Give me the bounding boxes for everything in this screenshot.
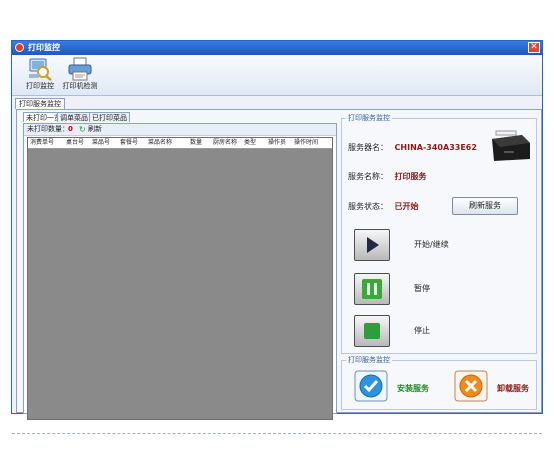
printer-icon <box>68 57 92 81</box>
printer-check-button[interactable]: 打印机检测 <box>60 57 100 93</box>
service-name-label: 服务名称： <box>348 172 388 181</box>
pause-label: 暂停 <box>414 284 430 293</box>
refresh-icon: ↻ <box>79 125 86 134</box>
col-table-no[interactable]: 桌台号 <box>66 138 84 148</box>
refresh-service-button[interactable]: 刷新服务 <box>452 197 518 215</box>
stop-icon <box>364 323 380 339</box>
service-name-value: 打印服务 <box>394 172 427 181</box>
app-icon <box>15 43 24 52</box>
uninstall-service-button[interactable]: 卸载服务 <box>497 383 529 394</box>
col-kitchen-name[interactable]: 厨房名称 <box>213 138 237 148</box>
receipt-printer-icon <box>492 130 530 161</box>
service-status-value: 已开始 <box>394 202 419 211</box>
col-operator[interactable]: 操作员 <box>268 138 286 148</box>
print-monitor-window: 打印监控 ✕ 打印监控 打印机检测 打印服务监控 未打印一览 调单菜品 已打印菜… <box>11 40 543 420</box>
install-service-button[interactable]: 安装服务 <box>397 383 429 394</box>
start-button[interactable] <box>354 229 390 261</box>
install-check-icon[interactable] <box>354 370 388 402</box>
stop-button[interactable] <box>354 315 390 347</box>
divider <box>12 433 542 434</box>
install-group-title: 打印服务监控 <box>346 355 392 365</box>
main-panel: 未打印一览 调单菜品 已打印菜品 未打印数量： 0 ↻ 刷新 消费单号 桌台号 … <box>16 109 542 420</box>
grid-header: 消费单号 桌台号 菜品号 套餐号 菜品名称 数量 厨房名称 类型 操作员 操作时… <box>28 138 332 149</box>
server-name-value: CHINA-340A33E62 <box>394 143 477 152</box>
window-title: 打印监控 <box>28 43 60 52</box>
refresh-button[interactable]: 刷新 <box>88 124 102 135</box>
play-icon <box>367 237 379 253</box>
stop-label: 停止 <box>414 326 430 335</box>
close-button[interactable]: ✕ <box>528 42 540 53</box>
col-type[interactable]: 类型 <box>244 138 256 148</box>
monitor-search-icon <box>29 58 52 81</box>
orders-grid: 消费单号 桌台号 菜品号 套餐号 菜品名称 数量 厨房名称 类型 操作员 操作时… <box>27 137 333 420</box>
uninstall-x-icon[interactable] <box>454 370 488 402</box>
col-dish-no[interactable]: 菜品号 <box>92 138 110 148</box>
install-group: 打印服务监控 安装服务 卸载服务 <box>341 355 537 410</box>
service-status-label: 服务状态： <box>348 202 388 211</box>
subtab-transferred[interactable]: 调单菜品 <box>57 112 91 122</box>
pause-button[interactable] <box>354 273 390 305</box>
right-pane: 打印服务监控 服务器名： CHINA-340A33E62 服务名称： 打印服务 … <box>341 113 537 410</box>
start-label: 开始/继续 <box>414 240 449 249</box>
list-toolbar: 未打印数量： 0 ↻ 刷新 <box>24 124 336 136</box>
server-name-row: 服务器名： CHINA-340A33E62 <box>348 142 477 153</box>
service-group-title: 打印服务监控 <box>346 113 392 123</box>
printer-check-label: 打印机检测 <box>62 82 98 90</box>
unprinted-count-label: 未打印数量： <box>27 125 69 133</box>
service-name-row: 服务名称： 打印服务 <box>348 171 427 182</box>
service-status-row: 服务状态： 已开始 <box>348 201 419 212</box>
service-monitor-group: 打印服务监控 服务器名： CHINA-340A33E62 服务名称： 打印服务 … <box>341 113 537 354</box>
unprinted-count-value: 0 <box>68 125 73 133</box>
col-set-no[interactable]: 套餐号 <box>120 138 138 148</box>
server-name-label: 服务器名： <box>348 143 388 152</box>
pause-icon <box>362 279 382 299</box>
col-quantity[interactable]: 数量 <box>190 138 202 148</box>
col-operate-time[interactable]: 操作时间 <box>294 138 318 148</box>
left-pane: 未打印一览 调单菜品 已打印菜品 未打印数量： 0 ↻ 刷新 消费单号 桌台号 … <box>20 112 337 420</box>
title-bar: 打印监控 ✕ <box>12 41 542 55</box>
subtab-printed[interactable]: 已打印菜品 <box>89 112 130 122</box>
tab-print-service-monitor[interactable]: 打印服务监控 <box>15 98 65 109</box>
unprinted-list-box: 未打印数量： 0 ↻ 刷新 消费单号 桌台号 菜品号 套餐号 菜品名称 数量 厨… <box>23 123 337 420</box>
toolbar: 打印监控 打印机检测 <box>12 55 542 96</box>
col-order-no[interactable]: 消费单号 <box>30 138 54 148</box>
col-dish-name[interactable]: 菜品名称 <box>148 138 172 148</box>
